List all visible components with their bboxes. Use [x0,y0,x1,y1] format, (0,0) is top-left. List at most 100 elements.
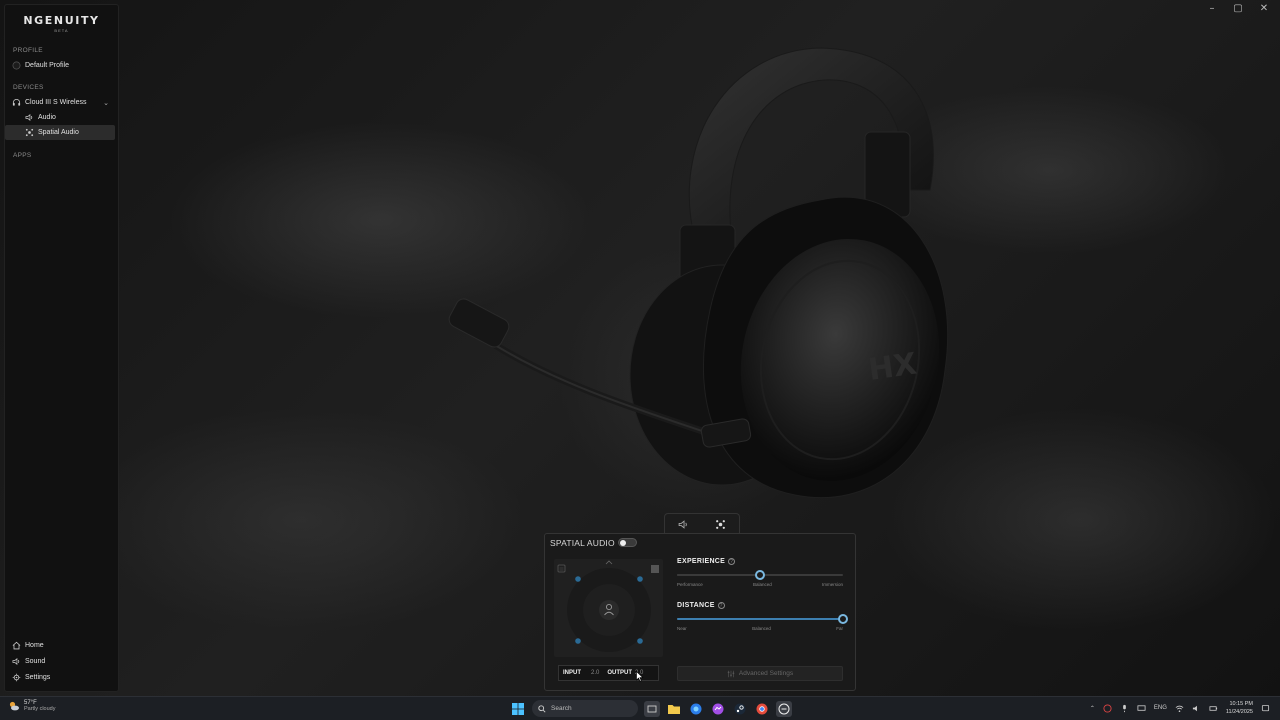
mark-performance: Performance [677,582,703,587]
sidebar-item-sound[interactable]: Sound [5,653,115,669]
sidebar-bottom-nav: Home Sound Settings [5,637,118,685]
sidebar-item-label: Settings [25,673,51,681]
clock-date: 11/24/2025 [1225,709,1253,715]
sidebar-item-default-profile[interactable]: Default Profile [5,58,115,73]
spatial-audio-icon [24,128,34,138]
close-button[interactable]: ✕ [1258,3,1270,14]
mouse-cursor-icon [636,671,644,682]
steam-icon[interactable] [732,701,748,717]
clock-time: 10:15 PM [1229,701,1253,707]
search-placeholder: Search [551,705,572,712]
maximize-button[interactable]: ▢ [1232,3,1244,14]
notification-icon[interactable] [1261,704,1270,713]
task-view-icon[interactable] [644,700,660,717]
svg-text:HX: HX [866,347,919,388]
partly-cloudy-icon [9,701,19,711]
spatial-audio-icon [716,520,725,529]
headset-image: HX [448,47,949,499]
minimize-button[interactable]: – [1206,3,1218,14]
app-name: NGENUITY [23,14,100,27]
sidebar-item-audio[interactable]: Audio [5,110,115,125]
profile-icon [11,61,21,71]
taskbar-apps: Search [510,700,792,717]
microphone-icon[interactable] [1120,704,1129,713]
clock[interactable]: 10:15 PM 11/24/2025 [1226,700,1253,716]
profile-heading: PROFILE [13,47,43,54]
advanced-settings-label: Advanced Settings [738,670,794,677]
speaker-icon [11,656,21,666]
spatial-settings: EXPERIENCE ? Performance Balanced Immers… [677,558,848,631]
taskbar-search[interactable]: Search [532,700,638,717]
input-label: INPUT [563,670,581,676]
spatial-audio-toggle[interactable] [618,538,637,547]
messenger-icon[interactable] [710,701,726,717]
info-icon[interactable]: ? [728,558,736,565]
slider-thumb[interactable] [838,614,848,624]
antivirus-icon[interactable] [1103,703,1112,713]
taskbar: 57°F Partly cloudy Search ⌃ ENG 10:15 PM… [0,696,1280,720]
speaker-dot-front-left[interactable] [575,576,581,582]
tab-audio[interactable] [676,517,692,533]
chevron-down-icon[interactable]: ⌄ [103,99,109,107]
speaker-dot-front-right[interactable] [637,576,643,582]
listener-icon [599,600,619,620]
language-indicator[interactable]: ENG [1154,705,1167,711]
sidebar-item-device[interactable]: Cloud III S Wireless ⌄ [5,95,115,110]
panel-title: SPATIAL AUDIO [550,538,615,548]
slider-fill [677,574,760,576]
input-value[interactable]: 2.0 [591,670,599,676]
mark-balanced: Balanced [752,626,771,631]
tab-spatial-audio[interactable] [713,517,729,533]
sidebar-item-label: Spatial Audio [38,129,79,136]
headset-icon [11,98,21,108]
volume-icon[interactable] [1192,704,1201,713]
sidebar-item-label: Sound [25,657,46,665]
speaker-dot-rear-right[interactable] [637,638,643,644]
chevron-up-icon[interactable]: ⌃ [1090,705,1095,712]
window-controls: – ▢ ✕ [1206,3,1270,14]
experience-title: EXPERIENCE [677,558,726,565]
slider-thumb[interactable] [755,570,765,580]
wifi-icon[interactable] [1175,704,1184,713]
file-explorer-icon[interactable] [666,701,682,717]
experience-slider[interactable] [677,569,843,581]
weather-widget[interactable]: 57°F Partly cloudy [8,700,56,712]
speaker-icon [678,520,687,529]
experience-heading: EXPERIENCE ? [677,558,845,565]
sidebar-item-label: Cloud III S Wireless [25,99,87,106]
advanced-settings-button[interactable]: Advanced Settings [677,666,843,681]
info-icon[interactable]: ? [717,602,725,609]
sidebar-item-home[interactable]: Home [5,637,115,653]
apps-heading: APPS [13,152,32,159]
beta-tag: BETA [54,28,69,33]
experience-marks: Performance Balanced Immersion [677,582,843,587]
distance-marks: Near Balanced Far [677,626,843,631]
weather-desc: Partly cloudy [24,706,56,712]
mark-far: Far [836,626,843,631]
speaker-icon [24,113,34,123]
spatial-audio-panel: SPATIAL AUDIO INPUT 2.0 OUTPUT 2.0 EXPER… [544,533,856,691]
layout-icon[interactable] [557,564,566,573]
distance-heading: DISTANCE ? [677,602,845,609]
sidebar-item-label: Audio [38,114,56,121]
start-button[interactable] [510,701,526,717]
distance-slider[interactable] [677,613,848,625]
browser-icon[interactable] [688,701,704,717]
battery-icon[interactable] [1209,704,1218,713]
chrome-icon[interactable] [754,701,770,717]
speaker-dot-rear-left[interactable] [575,638,581,644]
sidebar-item-settings[interactable]: Settings [5,669,115,685]
windows-icon [512,702,524,715]
output-label: OUTPUT [607,670,633,676]
network-icon[interactable] [1137,704,1146,713]
devices-heading: DEVICES [13,84,44,91]
sliders-icon [727,670,735,677]
distance-title: DISTANCE [677,602,715,609]
speaker-visualizer [554,559,663,657]
ngenuity-taskbar-icon[interactable] [776,700,792,717]
sidebar-item-spatial-audio[interactable]: Spatial Audio [5,125,115,140]
toggle-knob [620,540,626,546]
panel-tab-bar [664,513,740,535]
stop-icon[interactable] [651,565,659,573]
slider-fill [677,618,843,620]
